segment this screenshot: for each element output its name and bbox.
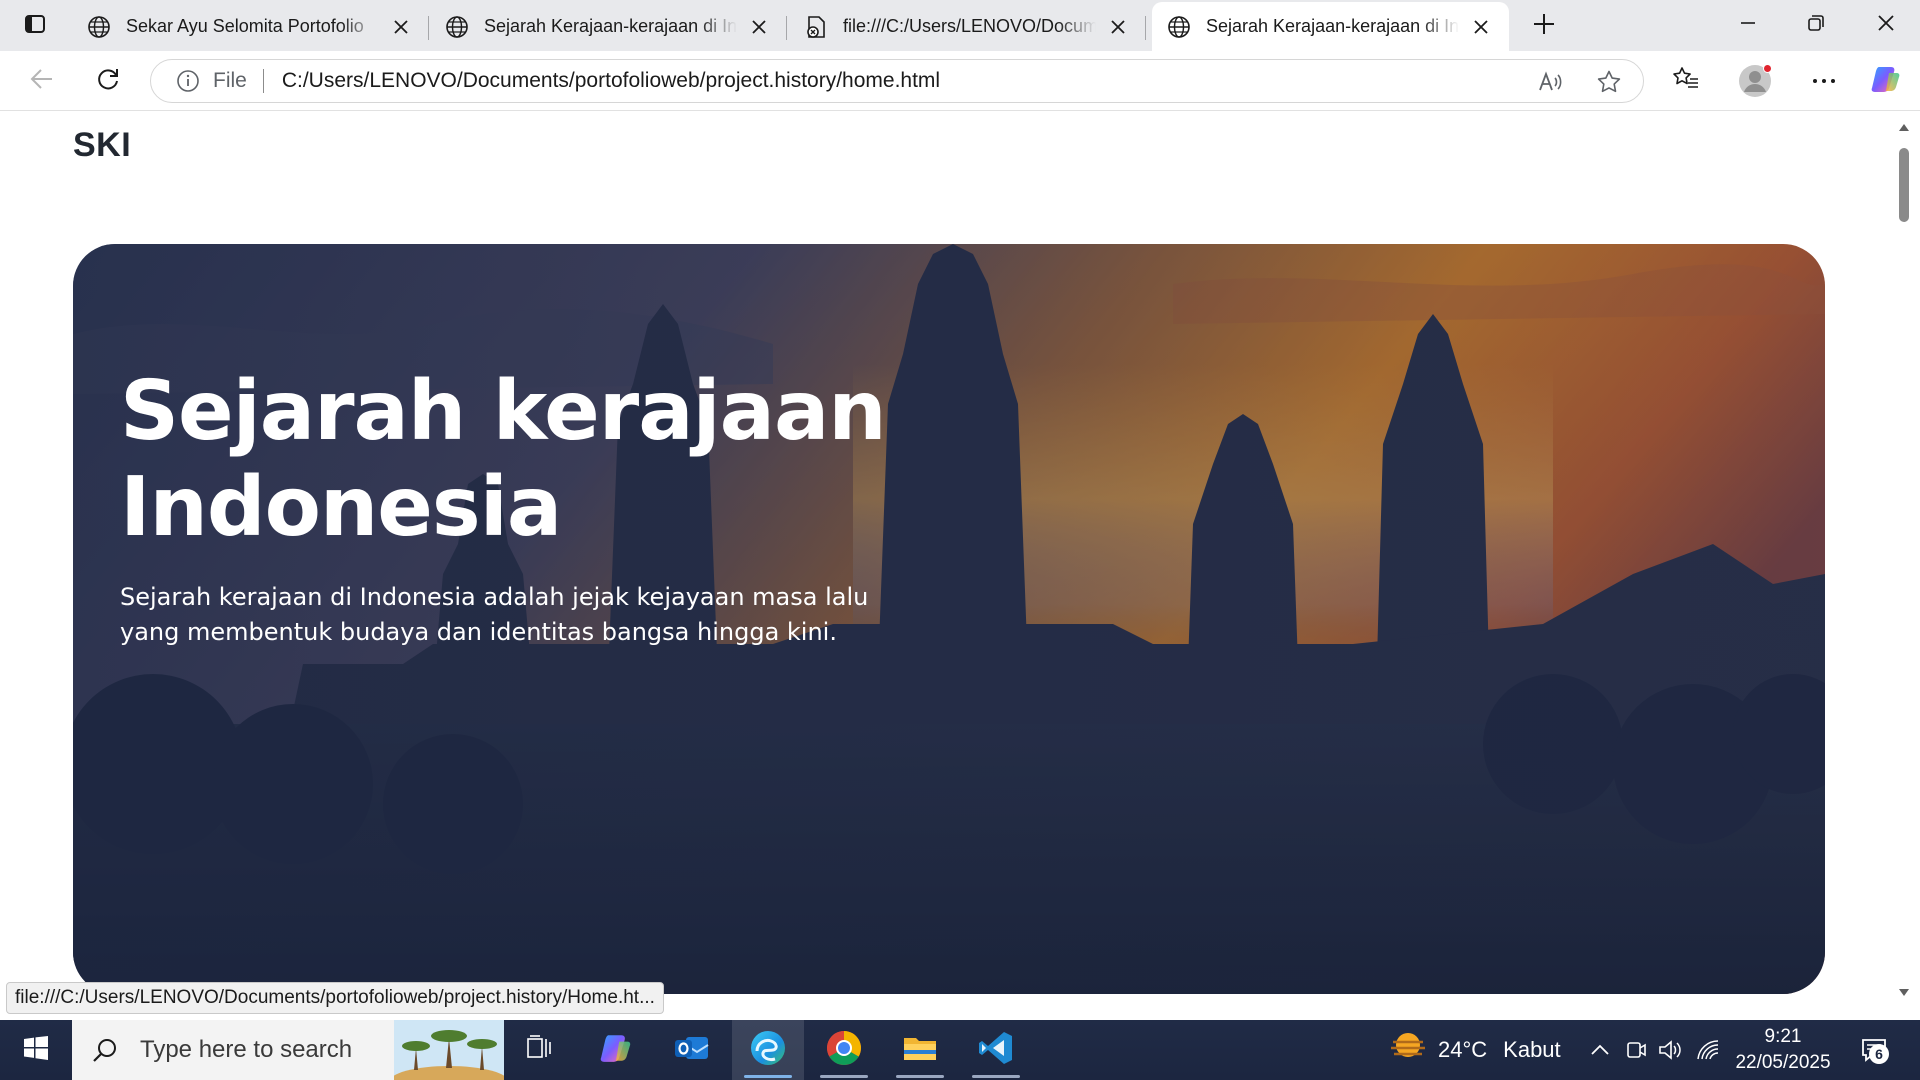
taskbar-search[interactable]: Type here to search (72, 1020, 504, 1080)
avatar (1738, 64, 1772, 98)
volume-icon[interactable] (1656, 1036, 1684, 1064)
network-icon[interactable] (1694, 1036, 1722, 1064)
close-tab-icon[interactable] (1467, 13, 1495, 41)
edge-icon (749, 1029, 787, 1072)
profile-button[interactable] (1735, 61, 1775, 101)
show-hidden-icons-chevron-icon[interactable] (1586, 1036, 1614, 1064)
weather-condition: Kabut (1503, 1037, 1561, 1062)
open-app-indicator (896, 1075, 944, 1078)
clock-date: 22/05/2025 (1735, 1052, 1831, 1073)
tab-title: Sejarah Kerajaan-kerajaan di Indonesia (1206, 16, 1459, 36)
windows-logo-icon (23, 1035, 49, 1066)
scroll-thumb[interactable] (1899, 148, 1909, 222)
hero-title: Sejarah kerajaan Indonesia (120, 364, 887, 555)
file-error-icon (803, 14, 829, 40)
copilot-taskbar-button[interactable] (580, 1020, 652, 1080)
edge-button[interactable] (732, 1020, 804, 1080)
minimize-icon (1739, 14, 1757, 37)
tab-4-active[interactable]: Sejarah Kerajaan-kerajaan di Indonesia (1152, 2, 1509, 51)
outlook-icon (674, 1031, 710, 1070)
tab-title: Sejarah Kerajaan-kerajaan di Indonesia (484, 16, 737, 36)
page-viewport: SKI Sejarah kerajaan Indonesia Sejarah k… (6, 112, 1894, 1017)
notification-count-badge: 6 (1869, 1044, 1889, 1064)
close-tab-icon[interactable] (745, 13, 773, 41)
outlook-button[interactable] (656, 1020, 728, 1080)
restore-icon (1807, 14, 1825, 37)
active-app-indicator (744, 1075, 792, 1078)
refresh-icon (95, 66, 121, 97)
restore-button[interactable] (1782, 0, 1850, 51)
globe-icon (444, 14, 470, 40)
hero-banner: Sejarah kerajaan Indonesia Sejarah keraj… (73, 244, 1825, 994)
open-app-indicator (972, 1075, 1020, 1078)
copilot-icon (599, 1031, 633, 1070)
url-scheme-label: File (213, 69, 247, 92)
search-placeholder: Type here to search (140, 1036, 353, 1063)
address-divider (262, 69, 264, 93)
address-bar[interactable]: File C:/Users/LENOVO/Documents/portofoli… (150, 59, 1644, 103)
tab-strip: Sekar Ayu Selomita Portofolio Sejarah Ke… (0, 0, 1920, 51)
chrome-button[interactable] (808, 1020, 880, 1080)
tab-actions-icon (24, 13, 46, 40)
tab-title: file:///C:/Users/LENOVO/Documents/portof… (843, 16, 1096, 36)
scroll-up-arrow-icon[interactable] (1897, 120, 1911, 134)
task-view-button[interactable] (504, 1020, 576, 1080)
tab-actions-button[interactable] (14, 8, 56, 44)
search-icon (90, 1035, 120, 1065)
close-tab-icon[interactable] (387, 13, 415, 41)
copilot-icon (1870, 63, 1902, 100)
globe-icon (1166, 14, 1192, 40)
weather-fog-icon (1390, 1030, 1426, 1070)
folder-icon (902, 1032, 938, 1069)
tab-2[interactable]: Sejarah Kerajaan-kerajaan di Indonesia (430, 2, 787, 51)
close-window-button[interactable] (1852, 0, 1920, 51)
file-explorer-button[interactable] (884, 1020, 956, 1080)
back-arrow-icon (29, 66, 55, 97)
minimize-button[interactable] (1714, 0, 1782, 51)
vscode-button[interactable] (960, 1020, 1032, 1080)
search-highlight-trees-icon (394, 1020, 504, 1080)
scroll-down-arrow-icon[interactable] (1897, 986, 1911, 1000)
tab-1[interactable]: Sekar Ayu Selomita Portofolio (72, 2, 429, 51)
favorites-list-icon (1672, 66, 1700, 97)
tab-title: Sekar Ayu Selomita Portofolio (126, 16, 364, 36)
link-status-bar: file:///C:/Users/LENOVO/Documents/portof… (6, 982, 664, 1014)
read-aloud-icon[interactable] (1531, 62, 1571, 102)
chrome-icon (825, 1029, 863, 1072)
plus-icon (1533, 13, 1555, 40)
start-button[interactable] (0, 1020, 72, 1080)
copilot-button[interactable] (1866, 61, 1906, 101)
task-view-icon (526, 1034, 554, 1066)
clock-time: 9:21 (1764, 1026, 1802, 1047)
weather-widget[interactable]: 24°C Kabut (1390, 1020, 1561, 1080)
refresh-button[interactable] (88, 61, 128, 101)
favorite-star-icon[interactable] (1589, 62, 1629, 102)
new-tab-button[interactable] (1524, 8, 1564, 44)
favorites-button[interactable] (1666, 61, 1706, 101)
close-icon (1877, 14, 1895, 37)
weather-temperature: 24°C (1438, 1037, 1488, 1062)
back-button[interactable] (22, 61, 62, 101)
url-text[interactable]: C:/Users/LENOVO/Documents/portofolioweb/… (282, 69, 940, 93)
tab-3[interactable]: file:///C:/Users/LENOVO/Documents/portof… (789, 2, 1146, 51)
site-logo[interactable]: SKI (73, 126, 131, 165)
system-clock[interactable]: 9:21 22/05/2025 (1728, 1024, 1838, 1076)
more-dots-icon (1812, 72, 1836, 90)
close-tab-icon[interactable] (1104, 13, 1132, 41)
windows-taskbar: Type here to search 24°C Kabut 9:21 22/0… (0, 1020, 1920, 1080)
browser-toolbar: File C:/Users/LENOVO/Documents/portofoli… (0, 51, 1920, 111)
page-scrollbar[interactable] (1894, 112, 1914, 1017)
open-app-indicator (820, 1075, 868, 1078)
globe-icon (86, 14, 112, 40)
vscode-icon (978, 1030, 1014, 1071)
info-icon[interactable] (175, 68, 201, 94)
hero-subtitle: Sejarah kerajaan di Indonesia adalah jej… (120, 583, 869, 646)
meet-now-icon[interactable] (1622, 1036, 1650, 1064)
settings-more-button[interactable] (1804, 61, 1844, 101)
